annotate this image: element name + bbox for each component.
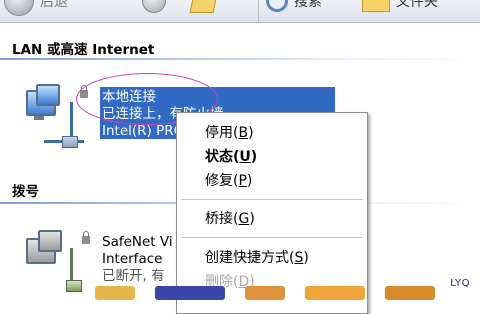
context-menu: 停用(B) 状态(U) 修复(P) 桥接(G) 创建快捷方式(S) 删除(D) bbox=[176, 112, 368, 314]
menu-separator bbox=[181, 199, 363, 200]
decor-shape bbox=[95, 286, 135, 300]
up-folder-button[interactable] bbox=[189, 0, 219, 16]
section-header-lan: LAN 或高速 Internet bbox=[12, 42, 155, 58]
menu-accel: S bbox=[294, 250, 304, 266]
dialup-connection-icon[interactable] bbox=[24, 228, 94, 298]
back-button[interactable]: 后退 bbox=[4, 0, 68, 16]
decor-shape bbox=[245, 286, 285, 300]
menu-accel: G bbox=[238, 211, 250, 227]
menu-item-create-shortcut[interactable]: 创建快捷方式(S) bbox=[205, 247, 309, 267]
search-icon bbox=[266, 0, 288, 12]
decor-shape bbox=[305, 286, 365, 300]
search-label: 搜索 bbox=[294, 0, 322, 10]
toolbar: 后退 搜索 文件夹 bbox=[0, 0, 480, 23]
folders-label: 文件夹 bbox=[396, 0, 438, 10]
network-plug-icon bbox=[62, 136, 78, 148]
section-divider bbox=[0, 58, 480, 60]
menu-item-bridge[interactable]: 桥接(G) bbox=[205, 208, 255, 228]
decor-shape bbox=[155, 286, 225, 300]
menu-item-disable[interactable]: 停用(B) bbox=[205, 122, 254, 142]
section-header-dialup: 拨号 bbox=[12, 184, 39, 200]
forward-button[interactable] bbox=[142, 0, 166, 16]
menu-item-label: 创建快捷方式 bbox=[205, 250, 289, 266]
monitor-icon-back bbox=[38, 230, 62, 252]
menu-item-repair[interactable]: 修复(P) bbox=[205, 170, 252, 190]
menu-accel: U bbox=[239, 149, 251, 165]
dialup-connection-line2: Interface bbox=[102, 251, 163, 267]
forward-arrow-icon bbox=[142, 0, 166, 13]
menu-item-label: 状态 bbox=[205, 149, 233, 165]
toolbar-separator bbox=[258, 0, 259, 22]
watermark: LYQ bbox=[450, 278, 470, 289]
menu-item-label: 修复 bbox=[205, 173, 233, 189]
decor-shape bbox=[385, 286, 435, 300]
monitor-stand bbox=[34, 116, 44, 120]
cable bbox=[70, 248, 73, 284]
folders-button[interactable]: 文件夹 bbox=[362, 0, 438, 16]
folders-icon bbox=[362, 0, 390, 12]
menu-accel: B bbox=[238, 125, 249, 141]
bottom-decoration bbox=[95, 286, 455, 300]
search-button[interactable]: 搜索 bbox=[266, 0, 322, 16]
menu-accel: P bbox=[238, 173, 247, 189]
menu-item-status[interactable]: 状态(U) bbox=[205, 146, 257, 166]
up-folder-icon bbox=[189, 0, 219, 13]
modem-icon bbox=[66, 280, 82, 292]
back-label: 后退 bbox=[40, 0, 68, 10]
menu-item-label: 停用 bbox=[205, 125, 233, 141]
menu-item-label: 桥接 bbox=[205, 211, 233, 227]
dialup-connection-name: SafeNet Vi bbox=[102, 234, 173, 250]
dialup-connection-status: 已断开, 有 bbox=[102, 268, 165, 284]
back-arrow-icon bbox=[4, 0, 34, 16]
monitor-icon-back bbox=[36, 84, 60, 106]
menu-separator bbox=[181, 237, 363, 238]
padlock-icon bbox=[82, 231, 90, 244]
